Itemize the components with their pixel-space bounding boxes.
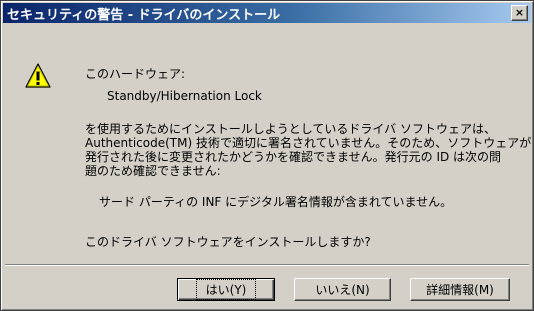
hardware-label: このハードウェア: (85, 67, 186, 81)
close-button[interactable]: × (511, 5, 528, 21)
warning-icon (25, 63, 51, 88)
warning-message-line: 題のため確認できません: (85, 164, 221, 178)
divider (5, 264, 529, 266)
device-name: Standby/Hibernation Lock (107, 89, 262, 103)
reason-text: サード パーティの INF にデジタル署名情報が含まれていません。 (99, 195, 453, 209)
no-button[interactable]: いいえ(N) (294, 278, 391, 301)
details-button[interactable]: 詳細情報(M) (410, 278, 510, 301)
close-icon: × (514, 6, 525, 19)
title-bar[interactable]: セキュリティの警告 - ドライバのインストール × (3, 3, 531, 23)
warning-message-line: を使用するためにインストールしようとしているドライバ ソフトウェアは、 (85, 122, 496, 136)
warning-message: を使用するためにインストールしようとしているドライバ ソフトウェアは、 Auth… (85, 122, 532, 178)
no-button-label: いいえ(N) (315, 283, 370, 297)
warning-message-line: Authenticode(TM) 技術で適切に署名されていません。そのため、ソフ… (85, 136, 532, 150)
yes-button-label: はい(Y) (195, 279, 257, 300)
details-button-label: 詳細情報(M) (426, 283, 494, 297)
install-question: このドライバ ソフトウェアをインストールしますか? (85, 235, 371, 249)
window-title: セキュリティの警告 - ドライバのインストール (7, 7, 281, 23)
security-warning-dialog: セキュリティの警告 - ドライバのインストール × このハードウェア: Stan… (0, 0, 534, 311)
warning-message-line: 発行された後に変更されたかどうかを確認できません。発行元の ID は次の問 (85, 150, 502, 164)
yes-button[interactable]: はい(Y) (177, 278, 275, 301)
